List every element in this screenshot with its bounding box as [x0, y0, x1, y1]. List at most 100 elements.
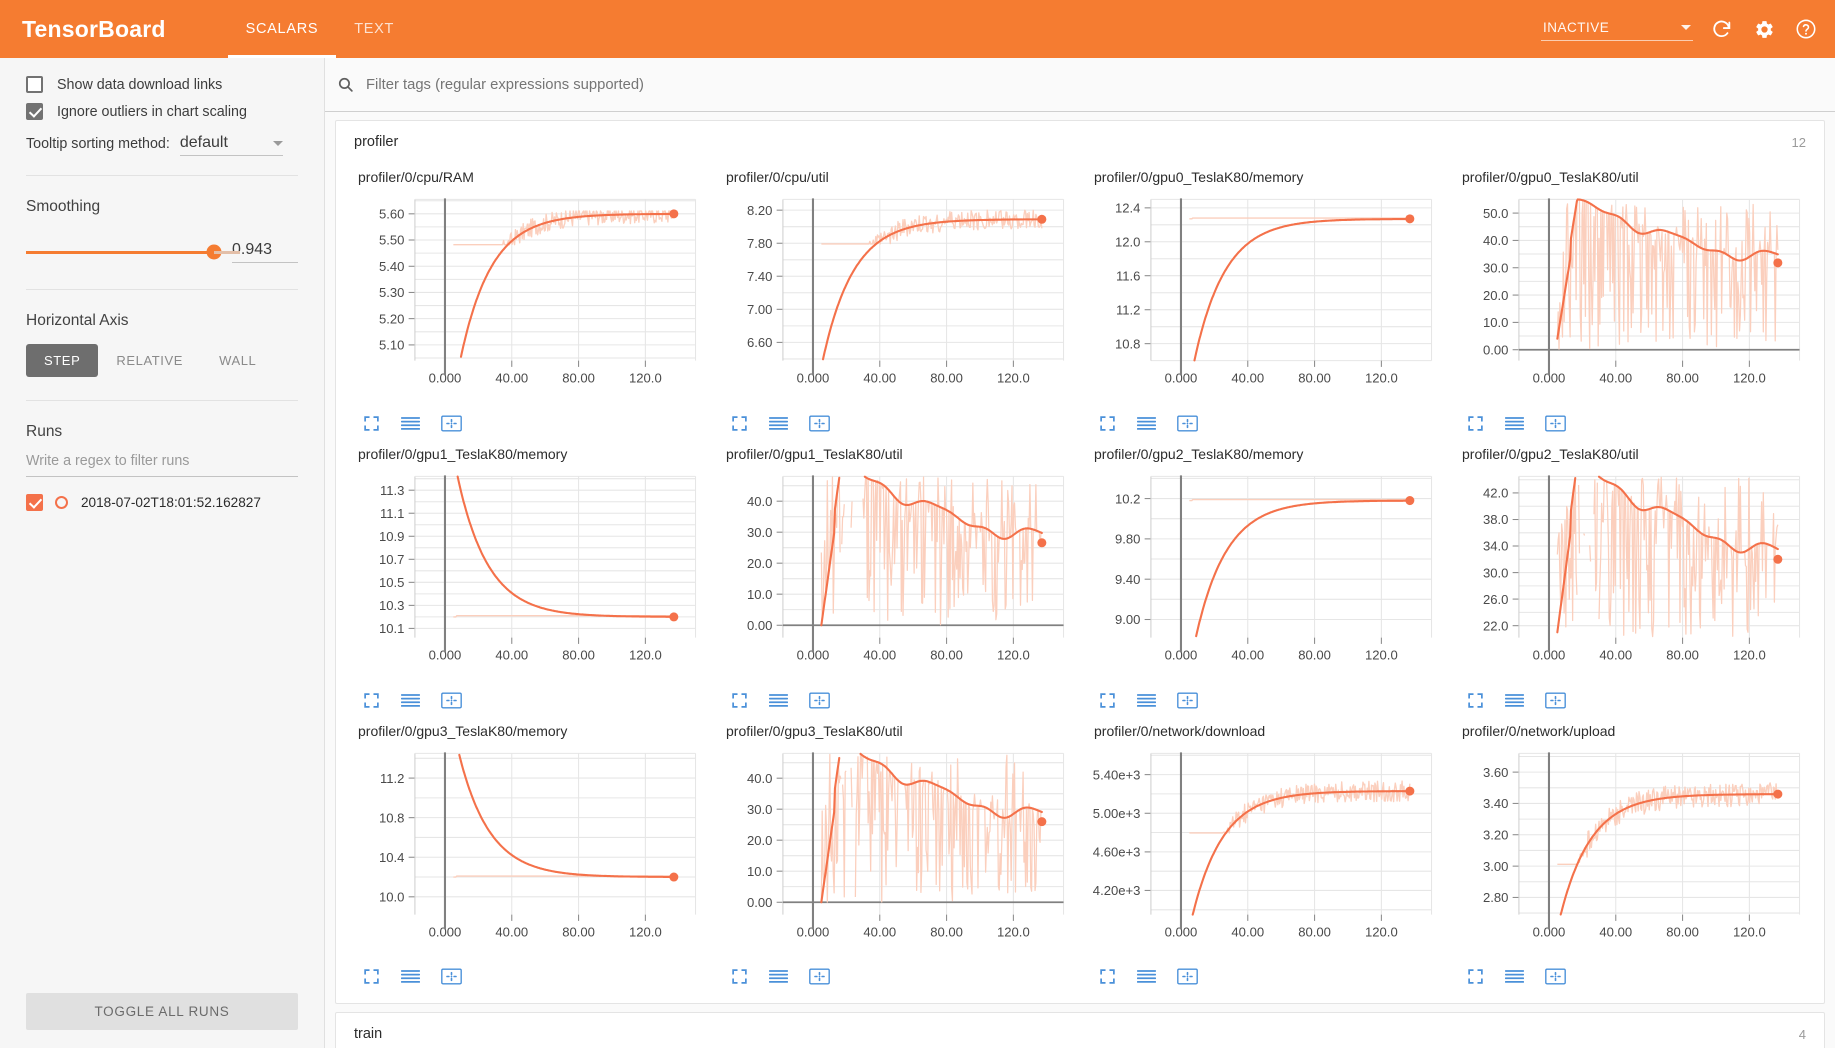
- tab-text[interactable]: TEXT: [336, 0, 412, 58]
- tag-group-train-header[interactable]: train 4: [336, 1013, 1824, 1048]
- chart-plot[interactable]: 0.0010.020.030.040.00.000 40.00 80.00 120.0: [718, 745, 1074, 963]
- chart-toolbar: [350, 415, 706, 432]
- run-list-item[interactable]: 2018-07-02T18:01:52.162827: [26, 494, 298, 511]
- expand-chart-icon[interactable]: [731, 692, 748, 709]
- data-series-icon[interactable]: [401, 693, 420, 708]
- data-series-icon[interactable]: [1505, 693, 1524, 708]
- y-axis-tick-label: 5.50: [379, 233, 404, 248]
- reset-zoom-icon[interactable]: [809, 415, 830, 432]
- chart-raw-series: [820, 476, 1043, 626]
- chart-cell: profiler/0/gpu2_TeslaK80/util 22.0 26.0 30.…: [1448, 440, 1816, 717]
- chart-plot[interactable]: 5.105.205.305.405.505.600.000 40.00 80.00 1…: [350, 191, 706, 409]
- help-icon[interactable]: [1793, 16, 1819, 42]
- expand-chart-icon[interactable]: [731, 968, 748, 985]
- data-series-icon[interactable]: [769, 969, 788, 984]
- expand-chart-icon[interactable]: [731, 415, 748, 432]
- reset-zoom-icon[interactable]: [1545, 692, 1566, 709]
- run-checkbox[interactable]: [26, 494, 43, 511]
- show-download-links-checkbox[interactable]: [26, 76, 43, 93]
- axis-option-wall[interactable]: WALL: [201, 344, 274, 377]
- data-series-icon[interactable]: [401, 416, 420, 431]
- y-axis-tick-label: 50.0: [1483, 206, 1508, 221]
- chart-plot[interactable]: 4.20e+34.60e+35.00e+35.40e+30.000 40.00 80…: [1086, 745, 1442, 963]
- data-series-icon[interactable]: [401, 969, 420, 984]
- y-axis-tick-label: 0.00: [747, 618, 772, 633]
- y-axis-tick-label: 40.0: [747, 770, 772, 785]
- chart-toolbar: [718, 692, 1074, 709]
- expand-chart-icon[interactable]: [1467, 692, 1484, 709]
- smoothing-slider-knob[interactable]: [206, 244, 222, 260]
- chart-plot[interactable]: 0.0010.020.030.040.00.000 40.00 80.00 120.0: [718, 468, 1074, 686]
- chart-plot[interactable]: 6.607.007.407.808.200.000 40.00 80.00 120.0: [718, 191, 1074, 409]
- show-download-links-row[interactable]: Show data download links: [26, 76, 298, 93]
- ignore-outliers-checkbox[interactable]: [26, 103, 43, 120]
- expand-chart-icon[interactable]: [363, 968, 380, 985]
- expand-chart-icon[interactable]: [1467, 415, 1484, 432]
- y-axis-tick-label: 30.0: [1483, 565, 1508, 580]
- expand-chart-icon[interactable]: [1099, 415, 1116, 432]
- smoothing-value[interactable]: 0.943: [232, 241, 298, 263]
- reset-zoom-icon[interactable]: [809, 968, 830, 985]
- tooltip-sort-select[interactable]: default: [179, 134, 283, 156]
- smoothing-row: 0.943: [26, 241, 298, 263]
- reset-zoom-icon[interactable]: [1545, 415, 1566, 432]
- chart-plot[interactable]: 0.0010.020.030.040.050.00.000 40.00 80.00 1…: [1454, 191, 1810, 409]
- y-axis-tick-label: 5.60: [379, 207, 404, 222]
- refresh-icon[interactable]: [1709, 16, 1735, 42]
- tag-filter-input[interactable]: [364, 75, 1817, 94]
- x-axis-tick-label: 80.00: [1298, 371, 1331, 386]
- data-series-icon[interactable]: [1505, 969, 1524, 984]
- chart-grid: profiler/0/cpu/RAM 5.10 5.20 5.30 5.40 5.50 5.…: [336, 163, 1824, 1003]
- chart-title: profiler/0/gpu1_TeslaK80/util: [726, 445, 903, 462]
- data-series-icon[interactable]: [1137, 693, 1156, 708]
- expand-chart-icon[interactable]: [363, 692, 380, 709]
- chart-plot[interactable]: 10.811.211.612.012.40.000 40.00 80.00 120.0: [1086, 191, 1442, 409]
- x-axis-tick-label: 120.0: [1733, 924, 1766, 939]
- x-axis-tick-label: 80.00: [562, 647, 595, 662]
- y-axis-tick-label: 11.2: [380, 770, 404, 785]
- reset-zoom-icon[interactable]: [1177, 415, 1198, 432]
- y-axis-tick-label: 2.80: [1483, 890, 1508, 905]
- run-status-dropdown[interactable]: INACTIVE: [1541, 18, 1693, 41]
- tag-group-profiler-header[interactable]: profiler 12: [336, 121, 1824, 163]
- data-series-icon[interactable]: [1505, 416, 1524, 431]
- chart-last-point-marker: [669, 209, 679, 219]
- reset-zoom-icon[interactable]: [1177, 692, 1198, 709]
- expand-chart-icon[interactable]: [363, 415, 380, 432]
- expand-chart-icon[interactable]: [1099, 692, 1116, 709]
- ignore-outliers-row[interactable]: Ignore outliers in chart scaling: [26, 103, 298, 120]
- y-axis-tick-label: 9.40: [1115, 572, 1140, 587]
- chart-cell: profiler/0/gpu0_TeslaK80/util 0.00 10.0 20.…: [1448, 163, 1816, 440]
- smoothing-slider[interactable]: [26, 244, 240, 260]
- tab-scalars[interactable]: SCALARS: [227, 0, 337, 58]
- chart-plot[interactable]: 10.010.410.811.20.000 40.00 80.00 120.0: [350, 745, 706, 963]
- expand-chart-icon[interactable]: [1467, 968, 1484, 985]
- expand-chart-icon[interactable]: [1099, 968, 1116, 985]
- runs-filter-input[interactable]: Write a regex to filter runs: [26, 453, 298, 477]
- y-axis-tick-label: 30.0: [747, 525, 772, 540]
- x-axis-tick-label: 80.00: [1298, 924, 1331, 939]
- charts-scroll-area[interactable]: profiler 12 profiler/0/cpu/RAM 5.10 5.20 5.…: [325, 112, 1835, 1048]
- reset-zoom-icon[interactable]: [441, 415, 462, 432]
- reset-zoom-icon[interactable]: [441, 968, 462, 985]
- chart-plot[interactable]: 22.026.030.034.038.042.00.000 40.00 80.00 1…: [1454, 468, 1810, 686]
- gear-icon[interactable]: [1751, 16, 1777, 42]
- reset-zoom-icon[interactable]: [441, 692, 462, 709]
- data-series-icon[interactable]: [769, 693, 788, 708]
- reset-zoom-icon[interactable]: [809, 692, 830, 709]
- data-series-icon[interactable]: [769, 416, 788, 431]
- reset-zoom-icon[interactable]: [1545, 968, 1566, 985]
- axis-option-relative[interactable]: RELATIVE: [98, 344, 201, 377]
- y-axis-tick-label: 12.0: [1115, 234, 1140, 249]
- toggle-all-runs-button[interactable]: TOGGLE ALL RUNS: [26, 993, 298, 1030]
- chart-plot[interactable]: 9.009.409.8010.20.000 40.00 80.00 120.0: [1086, 468, 1442, 686]
- chart-last-point-marker: [1037, 214, 1047, 224]
- x-axis-tick-label: 120.0: [1733, 647, 1766, 662]
- reset-zoom-icon[interactable]: [1177, 968, 1198, 985]
- data-series-icon[interactable]: [1137, 969, 1156, 984]
- chart-plot[interactable]: 10.110.310.510.710.911.111.30.000 40.00 80…: [350, 468, 706, 686]
- y-axis-tick-label: 34.0: [1483, 538, 1508, 553]
- data-series-icon[interactable]: [1137, 416, 1156, 431]
- axis-option-step[interactable]: STEP: [26, 344, 99, 377]
- chart-plot[interactable]: 2.803.003.203.403.600.000 40.00 80.00 120.0: [1454, 745, 1810, 963]
